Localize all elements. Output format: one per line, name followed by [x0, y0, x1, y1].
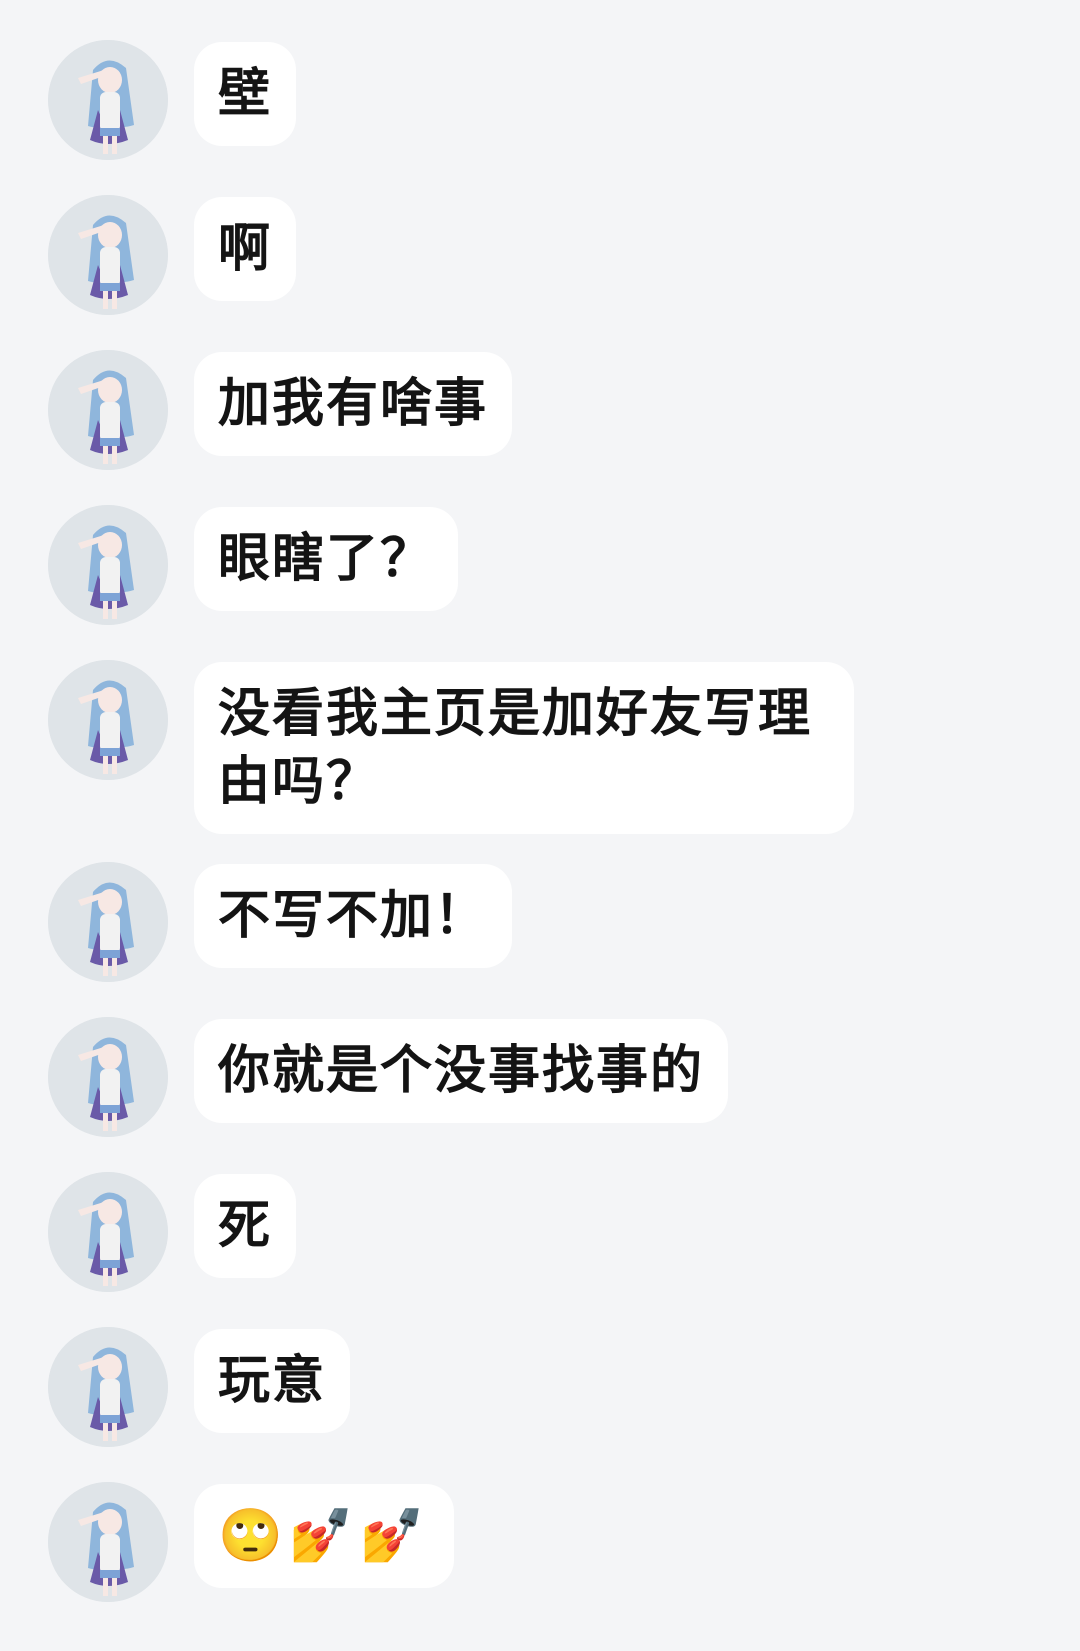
- message-bubble[interactable]: 🙄💅💅: [194, 1484, 455, 1588]
- message-row: 🙄💅💅: [48, 1482, 455, 1602]
- message-row: 眼瞎了？: [48, 505, 459, 625]
- avatar[interactable]: [48, 1327, 168, 1447]
- anime-girl-avatar-icon: [48, 862, 168, 982]
- avatar[interactable]: [48, 505, 168, 625]
- message-row: 壁: [48, 40, 297, 160]
- avatar[interactable]: [48, 660, 168, 780]
- avatar[interactable]: [48, 1482, 168, 1602]
- anime-girl-avatar-icon: [48, 505, 168, 625]
- anime-girl-avatar-icon: [48, 660, 168, 780]
- message-bubble[interactable]: 死: [194, 1174, 297, 1278]
- chat-message-list: 壁 啊 加我有啥事 眼瞎了？ 没看我主页是加好友写理由吗？ 不写不加！ 你就是个…: [0, 0, 1080, 1651]
- avatar[interactable]: [48, 862, 168, 982]
- message-bubble[interactable]: 啊: [194, 197, 297, 301]
- avatar[interactable]: [48, 40, 168, 160]
- message-bubble[interactable]: 不写不加！: [194, 864, 513, 968]
- anime-girl-avatar-icon: [48, 1482, 168, 1602]
- message-row: 你就是个没事找事的: [48, 1017, 729, 1137]
- message-row: 玩意: [48, 1327, 351, 1447]
- avatar[interactable]: [48, 1017, 168, 1137]
- message-bubble[interactable]: 壁: [194, 42, 297, 146]
- avatar[interactable]: [48, 1172, 168, 1292]
- anime-girl-avatar-icon: [48, 350, 168, 470]
- message-row: 不写不加！: [48, 862, 513, 982]
- message-bubble[interactable]: 玩意: [194, 1329, 351, 1433]
- message-bubble[interactable]: 加我有啥事: [194, 352, 513, 456]
- anime-girl-avatar-icon: [48, 40, 168, 160]
- anime-girl-avatar-icon: [48, 195, 168, 315]
- anime-girl-avatar-icon: [48, 1017, 168, 1137]
- message-row: 死: [48, 1172, 297, 1292]
- anime-girl-avatar-icon: [48, 1172, 168, 1292]
- message-row: 加我有啥事: [48, 350, 513, 470]
- message-row: 啊: [48, 195, 297, 315]
- message-bubble[interactable]: 眼瞎了？: [194, 507, 459, 611]
- anime-girl-avatar-icon: [48, 1327, 168, 1447]
- message-row: 没看我主页是加好友写理由吗？: [48, 660, 854, 834]
- avatar[interactable]: [48, 195, 168, 315]
- message-bubble[interactable]: 你就是个没事找事的: [194, 1019, 729, 1123]
- message-bubble[interactable]: 没看我主页是加好友写理由吗？: [194, 662, 854, 834]
- avatar[interactable]: [48, 350, 168, 470]
